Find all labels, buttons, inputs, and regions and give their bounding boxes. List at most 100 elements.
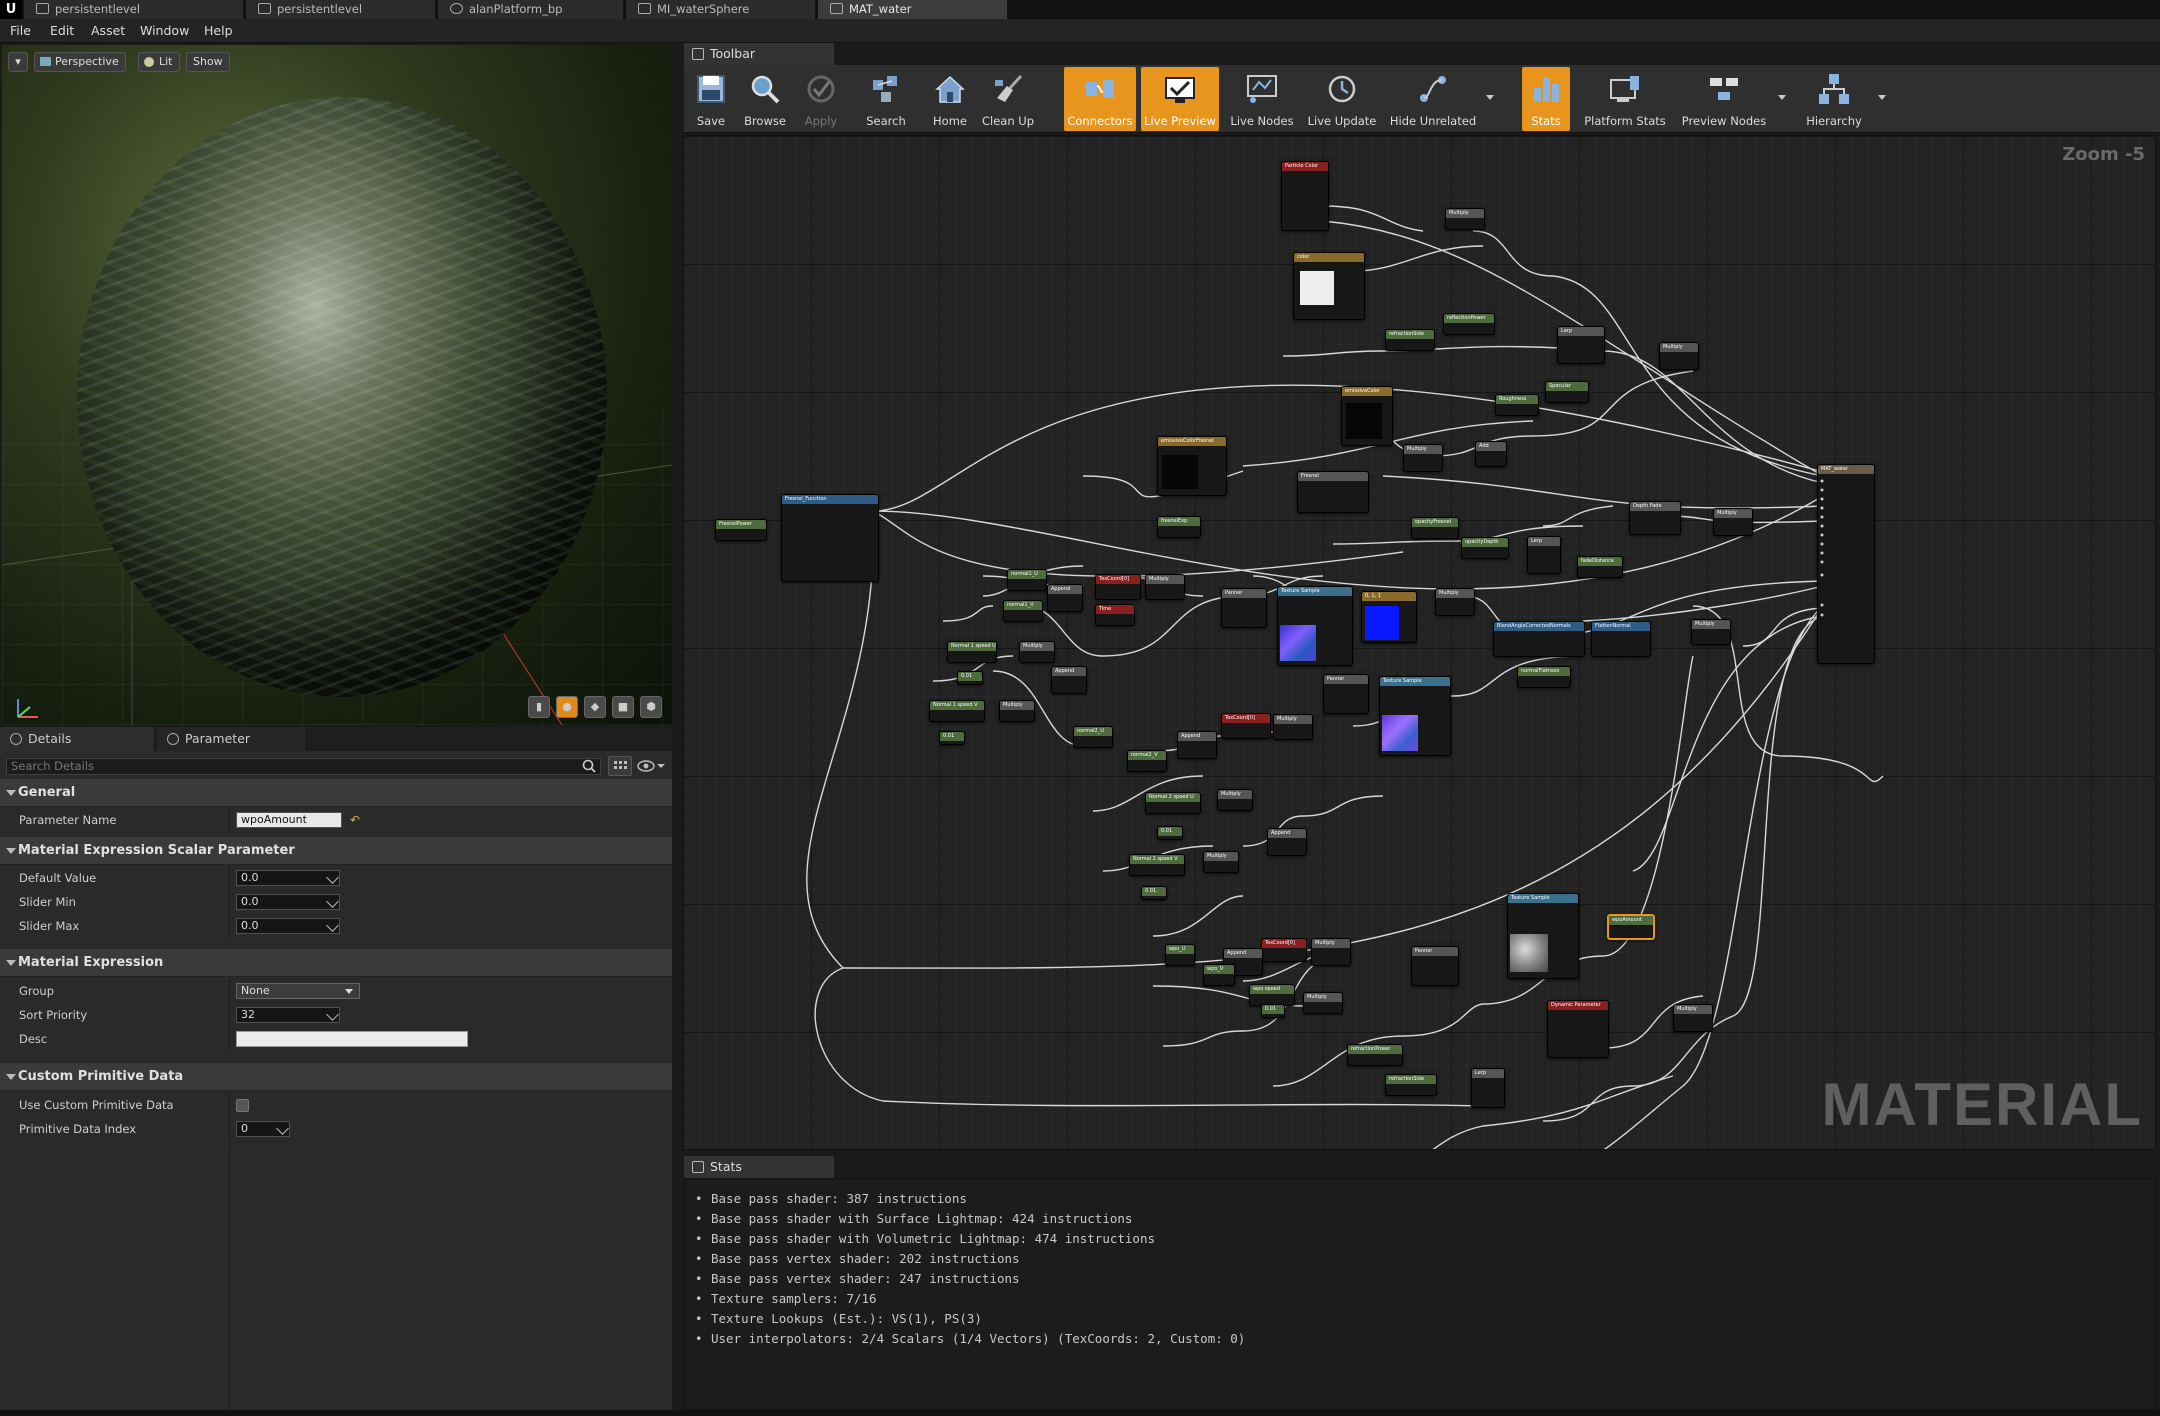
node-multiply[interactable]: Multiply — [1019, 641, 1055, 663]
primitive-data-index-input[interactable]: 0 — [236, 1121, 290, 1137]
node-panner[interactable]: Panner — [1323, 674, 1369, 714]
node-append[interactable]: Append — [1051, 666, 1087, 694]
use-cpd-checkbox[interactable] — [236, 1099, 249, 1112]
node-normal-param[interactable]: normal2_U — [1073, 726, 1113, 748]
toolbar-tab[interactable]: Toolbar — [684, 43, 834, 65]
node-panner[interactable]: Panner — [1221, 588, 1267, 628]
menu-window[interactable]: Window — [140, 19, 189, 43]
live-preview-button[interactable]: Live Preview — [1141, 67, 1219, 131]
hierarchy-dropdown-icon[interactable] — [1878, 95, 1886, 100]
preview-cube-icon[interactable]: ■ — [612, 696, 634, 718]
category-material-expression[interactable]: Material Expression — [0, 949, 672, 977]
node-multiply[interactable]: Multiply — [1659, 342, 1699, 370]
tab-parameter-defaults[interactable]: Parameter Defaults — [157, 727, 307, 770]
node-normal-param[interactable]: normal2_V — [1127, 750, 1167, 772]
node-fresnel-function[interactable]: Fresnel_Function — [781, 494, 879, 582]
node-constant[interactable]: 0.01 — [1157, 826, 1183, 840]
node-multiply[interactable]: Multiply — [1445, 208, 1485, 230]
node-normal-speed[interactable]: Normal 2 speed U — [1145, 792, 1201, 814]
node-multiply[interactable]: Multiply — [1273, 714, 1313, 740]
preview-viewport[interactable]: ▾ Perspective Lit Show ▮ ● ◆ ■ ⬢ — [2, 45, 672, 725]
node-particle-color[interactable]: Particle Color — [1281, 161, 1329, 231]
node-multiply[interactable]: Multiply — [1435, 588, 1475, 616]
node-texture-sample[interactable]: Texture Sample — [1277, 586, 1353, 666]
node-time[interactable]: Time — [1095, 604, 1135, 626]
default-value-input[interactable]: 0.0 — [236, 870, 340, 886]
stats-button[interactable]: Stats — [1522, 67, 1570, 131]
node-emissive-color[interactable]: emissiveColor — [1341, 386, 1393, 446]
parameter-name-input[interactable]: wpoAmount — [236, 812, 342, 828]
save-button[interactable]: Save — [688, 67, 734, 131]
material-graph-canvas[interactable]: Particle Color Multiply color refraction… — [682, 135, 2156, 1150]
node-depth-fade[interactable]: Depth Fade — [1629, 501, 1681, 535]
preview-mesh-icon[interactable]: ⬢ — [640, 696, 662, 718]
slider-max-input[interactable]: 0.0 — [236, 918, 340, 934]
node-append[interactable]: Append — [1177, 731, 1217, 759]
node-multiply[interactable]: Multiply — [1217, 789, 1253, 811]
connectors-button[interactable]: Connectors — [1064, 67, 1136, 131]
node-normal-speed[interactable]: Normal 1 speed U — [947, 641, 997, 663]
node-fade-distance[interactable]: fadeDistance — [1577, 556, 1623, 578]
node-opacity-fresnel[interactable]: opacityFresnel — [1411, 517, 1459, 539]
platform-stats-button[interactable]: Platform Stats — [1578, 67, 1672, 131]
hide-unrelated-button[interactable]: Hide Unrelated — [1386, 67, 1494, 131]
category-general[interactable]: General — [0, 779, 672, 807]
reset-to-default-icon[interactable]: ↶ — [350, 808, 360, 832]
menu-file[interactable]: File — [10, 19, 31, 43]
menu-help[interactable]: Help — [204, 19, 233, 43]
node-normal-flatness[interactable]: normalFlatness — [1517, 666, 1571, 688]
node-normal-param[interactable]: normal1_V — [1003, 600, 1043, 622]
preview-plane-icon[interactable]: ◆ — [584, 696, 606, 718]
node-constant[interactable]: 0.01 — [957, 671, 983, 685]
node-constant[interactable]: 0.01 — [1141, 886, 1167, 900]
node-fresnel-power[interactable]: FresnelPower — [715, 519, 767, 541]
node-blend-angle-corrected-normals[interactable]: BlendAngleCorrectedNormals — [1493, 621, 1585, 657]
menu-asset[interactable]: Asset — [91, 19, 125, 43]
node-texcoord[interactable]: TexCoord[0] — [1261, 938, 1307, 962]
node-lerp[interactable]: Lerp — [1527, 536, 1561, 574]
search-button[interactable]: Search — [858, 67, 914, 131]
node-specular[interactable]: Specular — [1545, 381, 1589, 403]
apply-button[interactable]: Apply — [796, 67, 846, 131]
node-multiply[interactable]: Multiply — [1673, 1004, 1713, 1032]
viewport-options-dropdown[interactable]: ▾ — [8, 52, 28, 72]
node-multiply[interactable]: Multiply — [1203, 851, 1239, 873]
node-wpo-param[interactable]: wpo_U — [1165, 944, 1195, 966]
preview-cylinder-icon[interactable]: ▮ — [528, 696, 550, 718]
node-multiply[interactable]: Multiply — [1303, 992, 1343, 1014]
live-update-button[interactable]: Live Update — [1304, 67, 1380, 131]
home-button[interactable]: Home — [926, 67, 974, 131]
hide-unrelated-dropdown-icon[interactable] — [1486, 95, 1494, 100]
node-fresnel[interactable]: Fresnel — [1297, 471, 1369, 513]
category-custom-primitive-data[interactable]: Custom Primitive Data — [0, 1063, 672, 1091]
perspective-button[interactable]: Perspective — [34, 52, 126, 72]
clean-up-button[interactable]: Clean Up — [980, 67, 1036, 131]
browse-button[interactable]: Browse — [738, 67, 792, 131]
node-multiply[interactable]: Multiply — [999, 700, 1035, 722]
node-texture-sample[interactable]: Texture Sample — [1507, 893, 1579, 979]
tab-alanplatform-bp[interactable]: alanPlatform_bp — [438, 0, 624, 19]
node-reflection-power[interactable]: reflectionPower — [1443, 313, 1495, 335]
node-dynamic-parameter[interactable]: Dynamic Parameter — [1547, 1000, 1609, 1058]
category-scalar-parameter[interactable]: Material Expression Scalar Parameter — [0, 837, 672, 865]
node-constant[interactable]: 0.01 — [1261, 1004, 1285, 1018]
node-append[interactable]: Append — [1047, 584, 1083, 612]
node-multiply[interactable]: Multiply — [1691, 619, 1731, 645]
node-texcoord[interactable]: TexCoord[0] — [1095, 574, 1141, 600]
node-normal-param[interactable]: normal1_U — [1007, 569, 1047, 591]
node-wpo-speed[interactable]: wpo speed — [1249, 984, 1295, 1006]
node-lerp[interactable]: Lerp — [1557, 326, 1605, 364]
grid-view-icon[interactable] — [608, 756, 632, 776]
preview-nodes-button[interactable]: Preview Nodes — [1676, 67, 1786, 131]
tab-persistentlevel-2[interactable]: persistentlevel — [246, 0, 436, 19]
node-mat-water-output[interactable]: MAT_water — [1817, 464, 1875, 664]
search-icon[interactable] — [581, 758, 597, 774]
node-refraction-power[interactable]: refractionPower — [1347, 1044, 1403, 1066]
node-add[interactable]: Add — [1475, 441, 1507, 467]
node-color-param[interactable]: color — [1293, 252, 1365, 320]
show-button[interactable]: Show — [186, 52, 230, 72]
node-refraction-side[interactable]: refractionSide — [1385, 329, 1435, 351]
tab-persistentlevel-1[interactable]: persistentlevel — [24, 0, 244, 19]
node-texture-sample[interactable]: Texture Sample — [1379, 676, 1451, 756]
node-wpo-amount[interactable]: wpoAmount — [1607, 914, 1655, 940]
